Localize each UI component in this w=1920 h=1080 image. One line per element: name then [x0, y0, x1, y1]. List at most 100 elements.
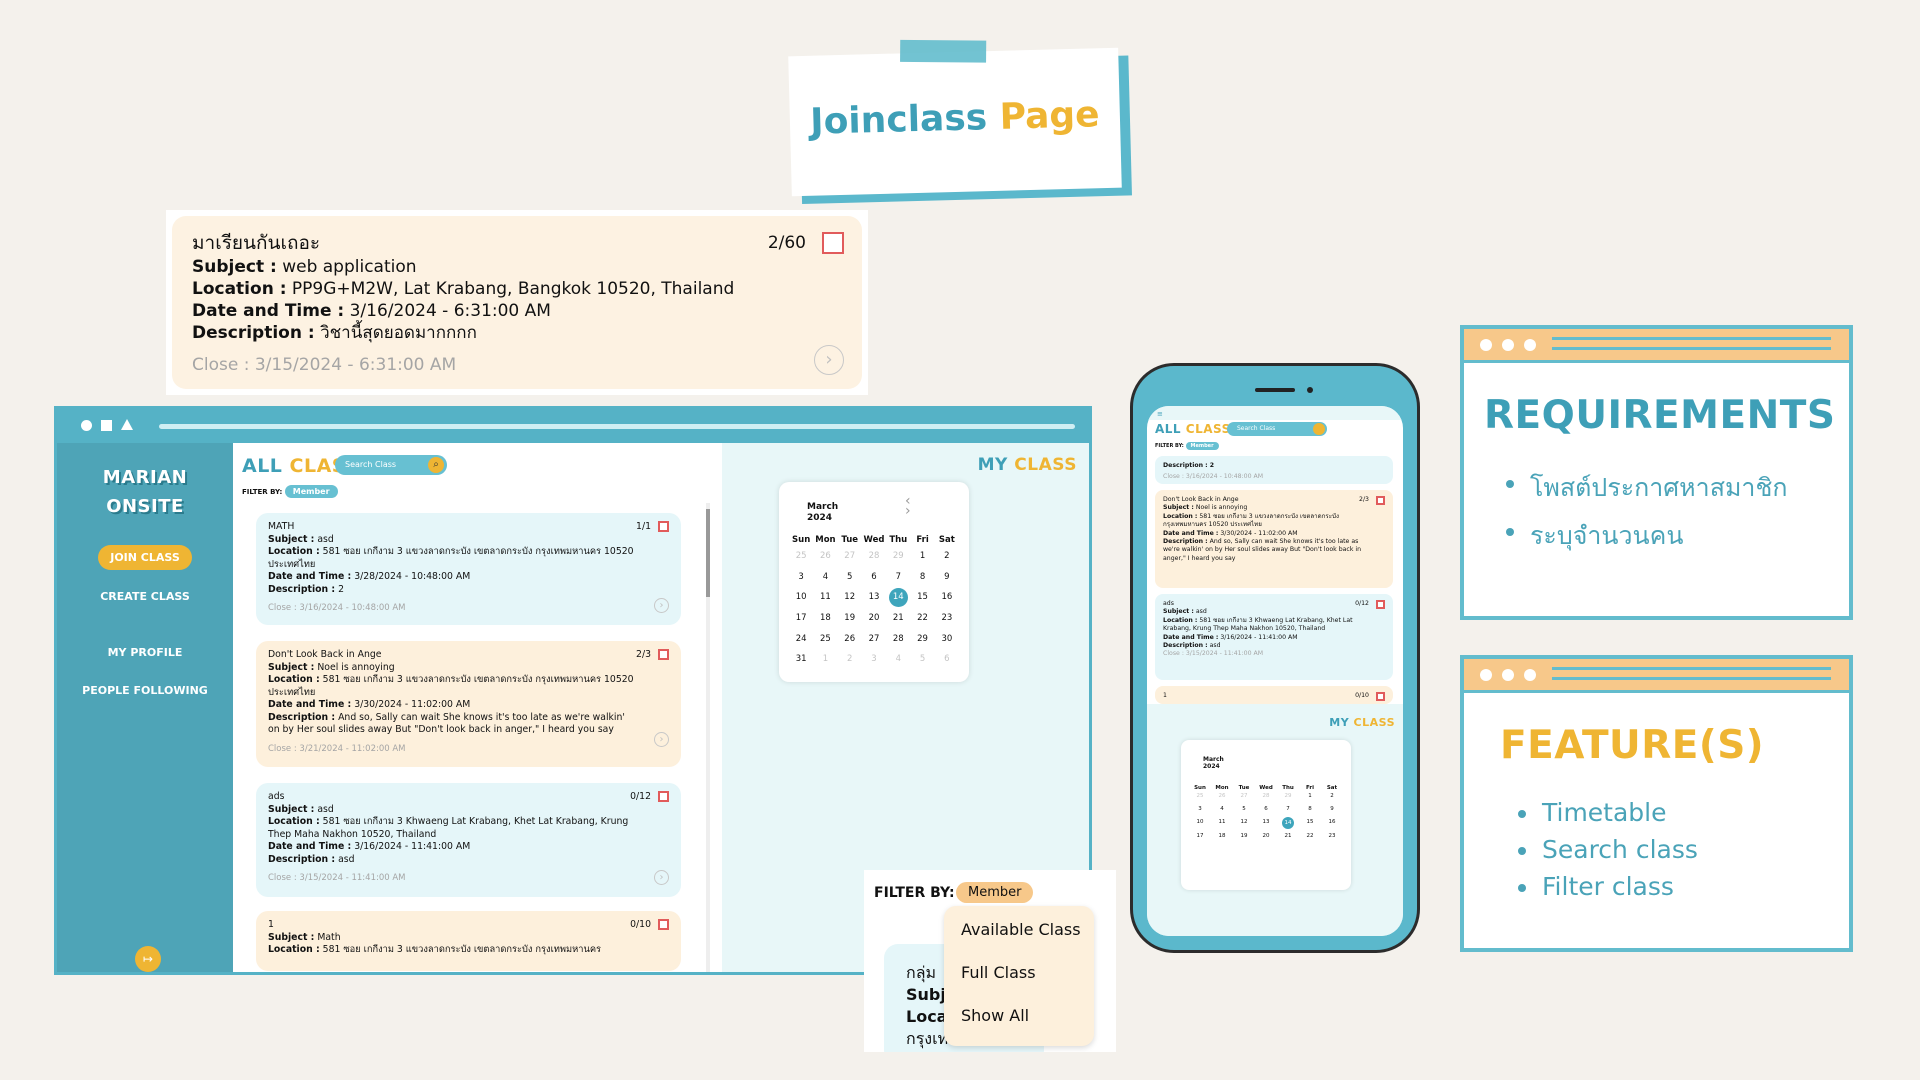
calendar-day[interactable]: 31 — [789, 649, 813, 670]
calendar-day[interactable]: 4 — [813, 567, 837, 588]
chevron-right-icon[interactable]: › — [654, 732, 669, 747]
join-checkbox[interactable] — [658, 791, 669, 802]
calendar-day[interactable]: 8 — [910, 567, 934, 588]
calendar-day[interactable]: 28 — [1255, 790, 1277, 803]
calendar-day[interactable]: 3 — [789, 567, 813, 588]
join-checkbox[interactable] — [658, 649, 669, 660]
calendar-day[interactable]: 9 — [935, 567, 959, 588]
calendar-day[interactable]: 14 — [1282, 817, 1294, 829]
calendar-day[interactable]: 27 — [1233, 790, 1255, 803]
calendar-day[interactable]: 5 — [1233, 803, 1255, 816]
calendar-day[interactable]: 19 — [1233, 830, 1255, 843]
class-card[interactable]: Don't Look Back in Ange 2/3 Subject : No… — [1155, 490, 1393, 588]
calendar-day[interactable]: 4 — [1211, 803, 1233, 816]
chevron-right-icon[interactable]: › — [654, 598, 669, 613]
logout-icon[interactable]: ↦ — [135, 946, 161, 972]
calendar-day[interactable]: 21 — [886, 608, 910, 629]
calendar-day[interactable]: 10 — [1189, 816, 1211, 829]
calendar-day[interactable]: 10 — [789, 587, 813, 608]
filter-dropdown[interactable]: Member — [956, 882, 1034, 903]
class-card[interactable]: 1 0/10 Subject : Math Location : 581 ซอย… — [256, 911, 681, 971]
join-checkbox[interactable] — [1376, 692, 1385, 701]
chevron-right-icon[interactable]: › — [654, 870, 669, 885]
calendar-day[interactable]: 29 — [910, 629, 934, 650]
filter-dropdown[interactable]: Member — [284, 485, 338, 498]
calendar-day[interactable]: 30 — [935, 629, 959, 650]
search-icon[interactable]: ⌕ — [428, 457, 444, 473]
calendar-day[interactable]: 18 — [1211, 830, 1233, 843]
chevron-down-icon[interactable]: › — [905, 504, 911, 518]
join-checkbox[interactable] — [658, 919, 669, 930]
people-following-link[interactable]: PEOPLE FOLLOWING — [57, 684, 233, 697]
calendar-day[interactable]: 22 — [910, 608, 934, 629]
calendar-day[interactable]: 2 — [838, 649, 862, 670]
calendar-day[interactable]: 15 — [1299, 816, 1321, 829]
calendar-day[interactable]: 1 — [1299, 790, 1321, 803]
search-input[interactable]: Search Class — [1227, 422, 1327, 436]
calendar-day[interactable]: 26 — [838, 629, 862, 650]
calendar-day[interactable]: 27 — [862, 629, 886, 650]
calendar-day[interactable]: 6 — [862, 567, 886, 588]
calendar-day[interactable]: 29 — [1277, 790, 1299, 803]
calendar-day[interactable]: 19 — [838, 608, 862, 629]
join-checkbox[interactable] — [822, 232, 844, 254]
calendar-day[interactable]: 20 — [862, 608, 886, 629]
calendar-day[interactable]: 28 — [886, 629, 910, 650]
filter-option-show-all[interactable]: Show All — [961, 1006, 1094, 1025]
search-input[interactable]: Search Class ⌕ — [335, 455, 447, 475]
calendar-day[interactable]: 25 — [813, 629, 837, 650]
calendar-day[interactable]: 1 — [813, 649, 837, 670]
my-profile-link[interactable]: MY PROFILE — [57, 646, 233, 659]
calendar-day[interactable]: 17 — [789, 608, 813, 629]
calendar-day[interactable]: 3 — [862, 649, 886, 670]
calendar-day[interactable]: 13 — [862, 587, 886, 608]
calendar-day[interactable]: 23 — [935, 608, 959, 629]
create-class-link[interactable]: CREATE CLASS — [57, 590, 233, 603]
calendar-day[interactable]: 6 — [1255, 803, 1277, 816]
calendar-day[interactable]: 8 — [1299, 803, 1321, 816]
scrollbar[interactable] — [706, 503, 710, 972]
calendar-day[interactable]: 7 — [1277, 803, 1299, 816]
calendar-day[interactable]: 3 — [1189, 803, 1211, 816]
calendar-day[interactable]: 25 — [789, 546, 813, 567]
filter-option-available[interactable]: Available Class — [961, 920, 1094, 939]
calendar-day[interactable]: 4 — [886, 649, 910, 670]
calendar-day[interactable]: 27 — [838, 546, 862, 567]
calendar-day[interactable]: 6 — [935, 649, 959, 670]
join-checkbox[interactable] — [658, 521, 669, 532]
class-card[interactable]: Description : 2 Close : 3/16/2024 - 10:4… — [1155, 456, 1393, 484]
calendar-day[interactable]: 13 — [1255, 816, 1277, 829]
calendar-day[interactable]: 25 — [1189, 790, 1211, 803]
class-card[interactable]: 1 0/10 — [1155, 686, 1393, 704]
calendar-day[interactable]: 17 — [1189, 830, 1211, 843]
class-card[interactable]: MATH 1/1 Subject : asd Location : 581 ซอ… — [256, 513, 681, 625]
calendar-day[interactable]: 2 — [1321, 790, 1343, 803]
calendar-day[interactable]: 26 — [1211, 790, 1233, 803]
class-card[interactable]: ads 0/12 Subject : asd Location : 581 ซอ… — [256, 783, 681, 897]
calendar-day[interactable]: 20 — [1255, 830, 1277, 843]
calendar-day[interactable]: 24 — [789, 629, 813, 650]
class-card[interactable]: ads 0/12 Subject : asd Location : 581 ซอ… — [1155, 594, 1393, 680]
calendar-day[interactable]: 23 — [1321, 830, 1343, 843]
calendar-day[interactable]: 12 — [838, 587, 862, 608]
calendar-day[interactable]: 22 — [1299, 830, 1321, 843]
calendar-day[interactable]: 14 — [888, 588, 908, 608]
calendar-day[interactable]: 16 — [935, 587, 959, 608]
calendar-day[interactable]: 28 — [862, 546, 886, 567]
calendar-day[interactable]: 16 — [1321, 816, 1343, 829]
calendar-day[interactable]: 21 — [1277, 830, 1299, 843]
calendar-day[interactable]: 29 — [886, 546, 910, 567]
calendar-day[interactable]: 18 — [813, 608, 837, 629]
calendar-day[interactable]: 2 — [935, 546, 959, 567]
calendar-day[interactable]: 9 — [1321, 803, 1343, 816]
calendar-day[interactable]: 15 — [910, 587, 934, 608]
join-checkbox[interactable] — [1376, 600, 1385, 609]
menu-icon[interactable]: ≡ — [1157, 410, 1163, 418]
calendar-day[interactable]: 26 — [813, 546, 837, 567]
class-card[interactable]: Don't Look Back in Ange 2/3 Subject : No… — [256, 641, 681, 767]
calendar-day[interactable]: 12 — [1233, 816, 1255, 829]
join-class-button[interactable]: JOIN CLASS — [98, 545, 192, 570]
calendar-day[interactable]: 11 — [1211, 816, 1233, 829]
calendar-day[interactable]: 5 — [838, 567, 862, 588]
calendar-day[interactable]: 7 — [886, 567, 910, 588]
